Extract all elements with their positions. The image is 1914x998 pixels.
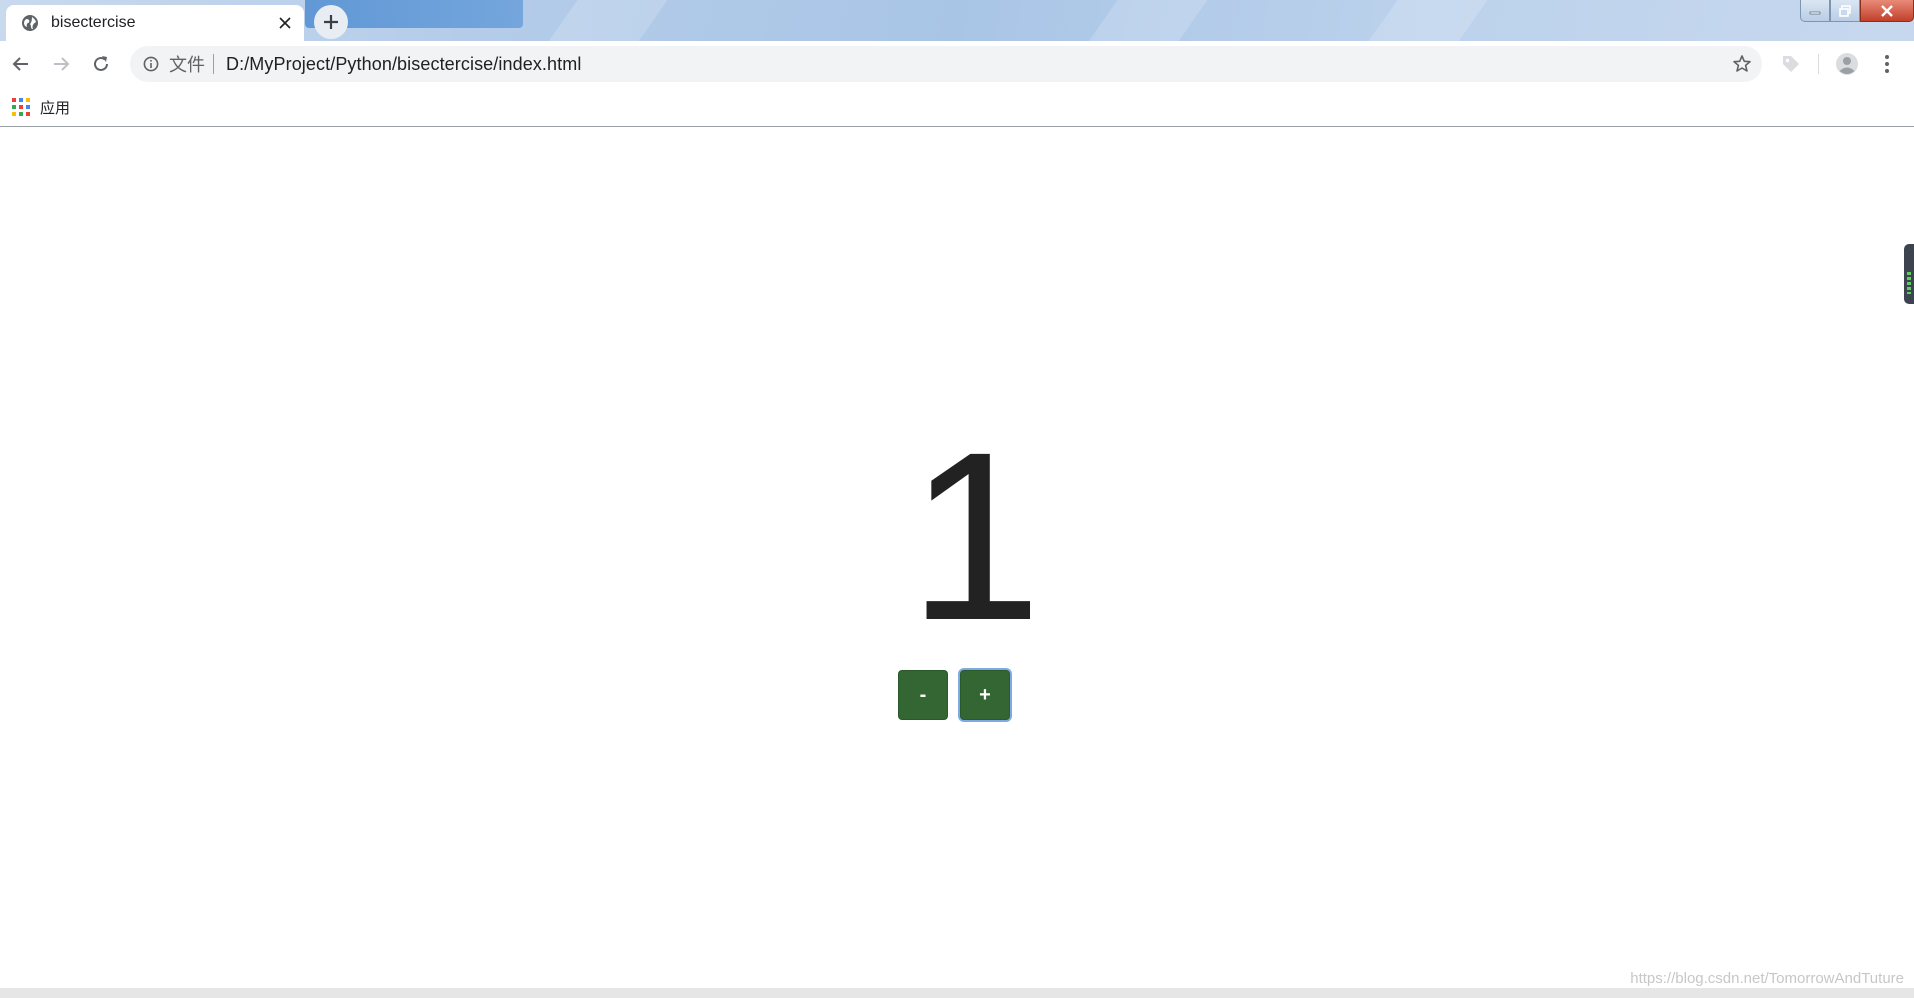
side-widget[interactable]	[1904, 244, 1914, 304]
counter-value: 1	[908, 402, 1042, 670]
tab-title: bisectercise	[51, 14, 136, 31]
apps-grid-icon	[12, 98, 30, 116]
address-bar[interactable]: 文件 D:/MyProject/Python/bisectercise/inde…	[130, 46, 1762, 82]
close-window-button[interactable]	[1860, 0, 1914, 22]
increment-button[interactable]: +	[960, 670, 1010, 720]
level-indicator-icon	[1907, 272, 1911, 294]
scheme-label: 文件	[169, 55, 205, 76]
watermark: https://blog.csdn.net/TomorrowAndTuture	[1630, 970, 1904, 987]
toolbar: 文件 D:/MyProject/Python/bisectercise/inde…	[0, 41, 1914, 87]
profile-icon[interactable]	[1832, 49, 1862, 79]
forward-button[interactable]	[46, 49, 76, 79]
restore-button[interactable]	[1830, 0, 1860, 22]
minimize-icon	[1809, 11, 1821, 14]
stepper-buttons: - +	[898, 670, 1010, 720]
tag-icon[interactable]	[1776, 49, 1806, 79]
url-text[interactable]: D:/MyProject/Python/bisectercise/index.h…	[226, 54, 581, 75]
plus-icon	[324, 15, 338, 29]
info-icon[interactable]	[141, 54, 161, 74]
more-vert-icon[interactable]	[1872, 49, 1902, 79]
background-streak	[1348, 0, 1502, 41]
bottom-strip	[0, 988, 1914, 998]
browser-window: bisectercise 文件 D:/MyProject/Python/bise…	[0, 0, 1914, 998]
arrow-left-icon	[12, 57, 28, 71]
reload-icon	[94, 56, 108, 71]
reload-button[interactable]	[86, 49, 116, 79]
restore-icon	[1839, 4, 1851, 17]
star-icon[interactable]	[1730, 52, 1754, 76]
toolbar-divider	[1818, 54, 1819, 74]
background-streak	[528, 0, 682, 41]
title-bar: bisectercise	[0, 0, 1914, 41]
globe-icon	[20, 14, 39, 33]
close-icon	[1881, 4, 1893, 17]
new-tab-button[interactable]	[314, 5, 348, 39]
background-streak	[1068, 0, 1222, 41]
back-button[interactable]	[6, 49, 36, 79]
bookmarks-bar: 应用	[0, 87, 1914, 127]
page-content: 1 - +	[0, 128, 1914, 988]
apps-label: 应用	[40, 98, 71, 117]
scheme-divider	[213, 54, 214, 74]
close-icon[interactable]	[276, 14, 294, 32]
arrow-right-icon	[54, 57, 70, 71]
minimize-button[interactable]	[1800, 0, 1830, 22]
tab-bisectercise[interactable]: bisectercise	[6, 5, 304, 41]
decrement-button[interactable]: -	[898, 670, 948, 720]
apps-shortcut[interactable]: 应用	[12, 96, 70, 118]
window-controls	[1800, 0, 1914, 22]
